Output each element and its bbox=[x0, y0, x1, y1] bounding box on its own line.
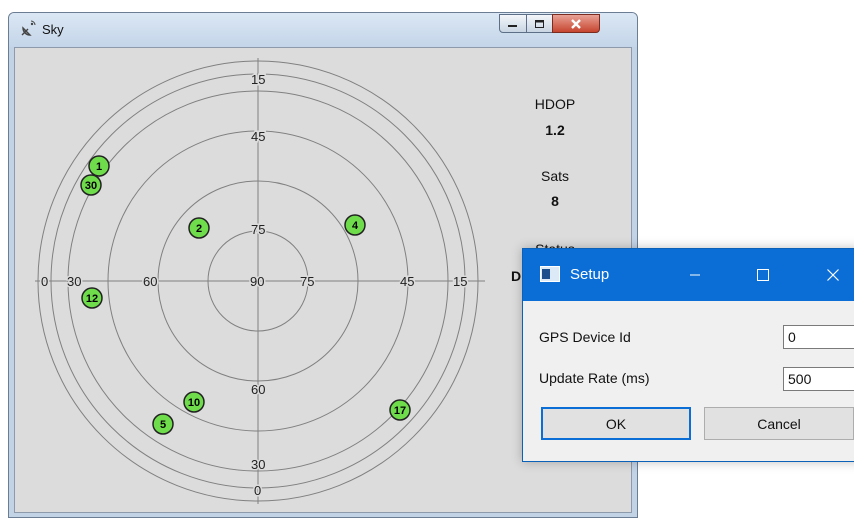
maximize-icon bbox=[757, 269, 769, 281]
axis-label-w60: 60 bbox=[143, 274, 157, 289]
minimize-icon bbox=[508, 24, 517, 27]
satellite-id: 12 bbox=[86, 293, 98, 305]
axis-label-center: 90 bbox=[250, 274, 264, 289]
axis-label-w0: 0 bbox=[41, 274, 48, 289]
sky-window-title: Sky bbox=[42, 22, 64, 37]
satellite-id: 4 bbox=[352, 220, 359, 232]
close-icon bbox=[571, 18, 581, 29]
cancel-button[interactable]: Cancel bbox=[704, 407, 854, 440]
satellite-id: 5 bbox=[160, 419, 166, 431]
satellite-dish-icon bbox=[21, 20, 36, 36]
update-rate-input[interactable] bbox=[783, 367, 854, 391]
setup-dialog-title: Setup bbox=[570, 266, 610, 283]
satellite-id: 10 bbox=[188, 397, 200, 409]
axis-label-s0: 0 bbox=[254, 483, 261, 498]
satellite-marker: 10 bbox=[183, 391, 205, 413]
minimize-button[interactable] bbox=[499, 14, 527, 33]
satellite-id: 2 bbox=[196, 223, 202, 235]
setup-titlebar[interactable]: Setup bbox=[523, 249, 854, 301]
satellite-id: 17 bbox=[394, 405, 406, 417]
satellite-marker: 4 bbox=[344, 214, 366, 236]
axis-label-n75: 75 bbox=[251, 222, 265, 237]
setup-dialog: Setup GPS Device Id Update Rate (ms) OK … bbox=[522, 248, 854, 462]
hdop-value: 1.2 bbox=[545, 122, 565, 138]
satellite-marker: 17 bbox=[389, 399, 411, 421]
maximize-icon bbox=[534, 19, 544, 28]
axis-label-w30: 30 bbox=[67, 274, 81, 289]
setup-minimize-button[interactable] bbox=[671, 249, 719, 301]
satellite-marker: 30 bbox=[80, 174, 102, 196]
sats-label: Sats bbox=[540, 168, 569, 184]
update-rate-label: Update Rate (ms) bbox=[539, 370, 650, 386]
gps-device-id-input[interactable] bbox=[783, 325, 854, 349]
sky-titlebar[interactable]: Sky bbox=[9, 13, 637, 47]
setup-maximize-button[interactable] bbox=[739, 249, 787, 301]
satellite-marker: 12 bbox=[81, 287, 103, 309]
close-button[interactable] bbox=[552, 14, 600, 33]
axis-label-n15: 15 bbox=[251, 72, 265, 87]
axis-label-s60: 60 bbox=[251, 382, 265, 397]
hdop-label: HDOP bbox=[534, 96, 576, 112]
sats-value: 8 bbox=[551, 193, 559, 209]
gps-device-id-label: GPS Device Id bbox=[539, 329, 631, 345]
axis-label-e45: 45 bbox=[400, 274, 414, 289]
close-icon bbox=[827, 269, 839, 281]
setup-close-button[interactable] bbox=[809, 249, 854, 301]
axis-label-n45: 45 bbox=[251, 129, 265, 144]
maximize-button[interactable] bbox=[526, 14, 553, 33]
satellite-marker: 1 bbox=[88, 155, 110, 177]
ok-button[interactable]: OK bbox=[541, 407, 691, 440]
minimize-icon bbox=[690, 274, 700, 276]
satellite-id: 1 bbox=[96, 161, 102, 173]
axis-label-e75: 75 bbox=[300, 274, 314, 289]
satellite-marker: 5 bbox=[152, 413, 174, 435]
window-app-icon bbox=[540, 266, 560, 282]
satellite-id: 30 bbox=[85, 180, 97, 192]
axis-label-s30: 30 bbox=[251, 457, 265, 472]
satellite-marker: 2 bbox=[188, 217, 210, 239]
status-value: D bbox=[511, 268, 522, 284]
axis-label-e15: 15 bbox=[453, 274, 467, 289]
